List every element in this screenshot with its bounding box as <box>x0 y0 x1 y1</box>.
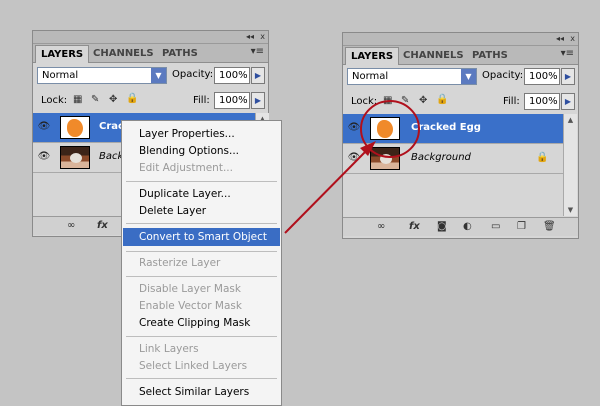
annotation-arrow <box>284 141 376 234</box>
annotation-circle <box>360 100 420 158</box>
annotation-overlay <box>284 100 420 234</box>
